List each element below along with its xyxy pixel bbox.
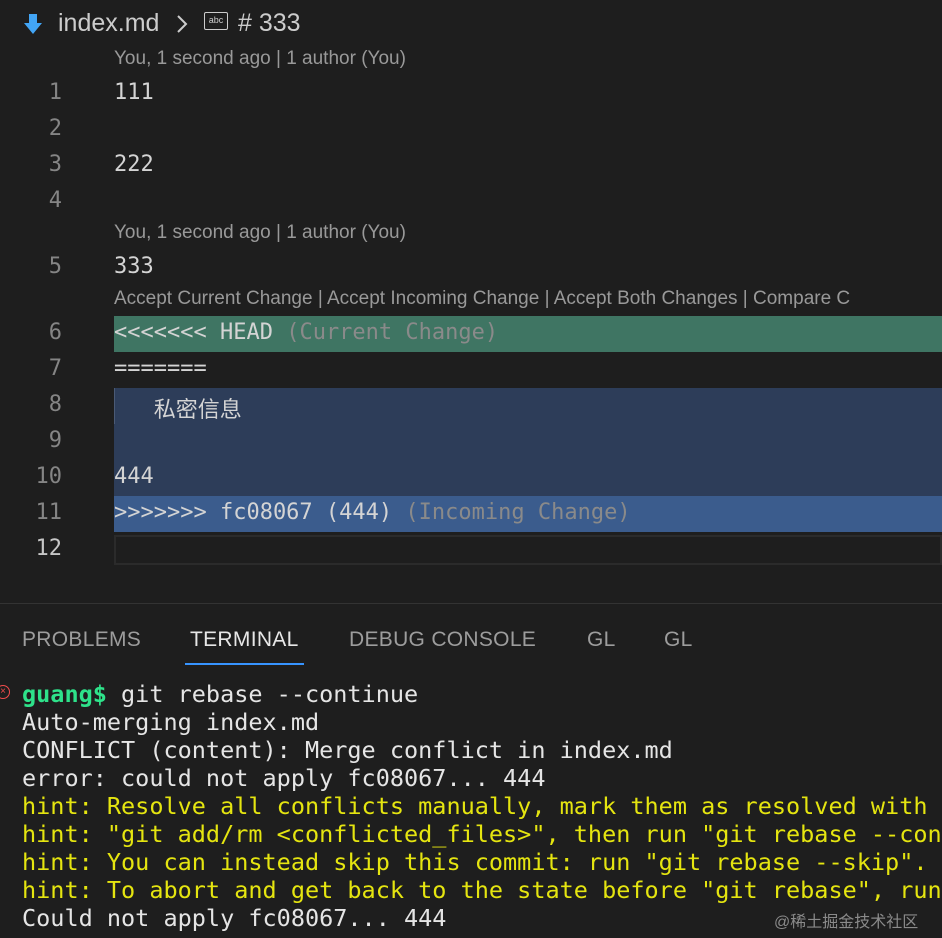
terminal-hint-line: hint: Resolve all conflicts manually, ma… bbox=[22, 792, 928, 820]
git-blame-annotation[interactable]: You, 1 second ago | 1 author (You) bbox=[114, 48, 406, 70]
code-line-3[interactable]: 222 bbox=[114, 152, 154, 177]
tab-debug-console[interactable]: DEBUG CONSOLE bbox=[349, 628, 536, 652]
conflict-marker-incoming: >>>>>>> fc08067 (444) bbox=[114, 500, 393, 525]
code-line-7[interactable]: ======= bbox=[114, 356, 207, 381]
line-number: 7 bbox=[48, 356, 62, 381]
terminal-output-line: CONFLICT (content): Merge conflict in in… bbox=[22, 736, 673, 764]
tab-problems[interactable]: PROBLEMS bbox=[22, 628, 141, 652]
markdown-file-icon bbox=[24, 14, 42, 34]
line-number: 10 bbox=[35, 464, 63, 489]
panel-divider bbox=[0, 603, 942, 604]
code-line-5[interactable]: 333 bbox=[114, 254, 154, 279]
tab-gl-2[interactable]: GL bbox=[664, 628, 693, 652]
terminal-output-line: Auto-merging index.md bbox=[22, 708, 320, 736]
line-number: 5 bbox=[48, 254, 62, 279]
line-number: 2 bbox=[48, 116, 62, 141]
line-number: 6 bbox=[48, 320, 62, 345]
code-line-8[interactable]: 私密信息 bbox=[114, 392, 242, 424]
terminal-hint-line: hint: To abort and get back to the state… bbox=[22, 876, 942, 904]
code-line-11[interactable]: >>>>>>> fc08067 (444) (Incoming Change) bbox=[114, 500, 631, 525]
line-number: 4 bbox=[48, 188, 62, 213]
string-symbol-icon: abc bbox=[204, 12, 228, 30]
terminal-output-line: error: could not apply fc08067... 444 bbox=[22, 764, 546, 792]
current-line-highlight bbox=[114, 535, 942, 565]
tab-terminal[interactable]: TERMINAL bbox=[190, 628, 299, 652]
line-number: 12 bbox=[35, 536, 63, 561]
line-number: 3 bbox=[48, 152, 62, 177]
code-line-6[interactable]: <<<<<<< HEAD (Current Change) bbox=[114, 320, 498, 345]
line-number: 9 bbox=[48, 428, 62, 453]
line-number: 8 bbox=[48, 392, 62, 417]
terminal-hint-line: hint: "git add/rm <conflicted_files>", t… bbox=[22, 820, 942, 848]
git-blame-annotation[interactable]: You, 1 second ago | 1 author (You) bbox=[114, 222, 406, 244]
terminal-hint-line: hint: You can instead skip this commit: … bbox=[22, 848, 928, 876]
breadcrumb: index.md abc # 333 bbox=[0, 0, 942, 50]
breadcrumb-file[interactable]: index.md bbox=[58, 9, 159, 38]
prompt-user: guang$ bbox=[22, 680, 107, 708]
terminal-command-line: guang$ git rebase --continue bbox=[22, 680, 418, 708]
error-icon: × bbox=[0, 685, 10, 699]
tab-gl-1[interactable]: GL bbox=[587, 628, 616, 652]
active-tab-indicator bbox=[185, 663, 304, 665]
code-line-1[interactable]: 111 bbox=[114, 80, 154, 105]
breadcrumb-symbol[interactable]: # 333 bbox=[238, 9, 301, 38]
watermark: @稀土掘金技术社区 bbox=[774, 914, 919, 931]
chevron-right-icon bbox=[177, 15, 188, 33]
merge-conflict-codelens[interactable]: Accept Current Change | Accept Incoming … bbox=[114, 288, 850, 310]
conflict-marker-head: <<<<<<< HEAD bbox=[114, 320, 273, 345]
line-number: 1 bbox=[48, 80, 62, 105]
current-change-label: (Current Change) bbox=[286, 320, 499, 345]
line-number: 11 bbox=[35, 500, 63, 525]
incoming-change-label: (Incoming Change) bbox=[405, 500, 631, 525]
terminal-output-line: Could not apply fc08067... 444 bbox=[22, 904, 447, 932]
terminal-command: git rebase --continue bbox=[106, 680, 419, 708]
code-line-10[interactable]: 444 bbox=[114, 464, 154, 489]
